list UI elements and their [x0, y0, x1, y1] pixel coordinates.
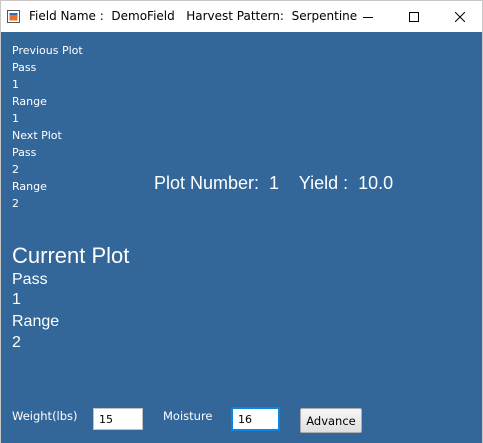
weight-label: Weight(lbs)	[12, 409, 78, 423]
main-panel: Previous Plot Pass 1 Range 1 Next Plot P…	[1, 32, 482, 443]
previous-pass-label: Pass	[12, 61, 37, 74]
next-pass-label: Pass	[12, 146, 37, 159]
current-pass-value: 1	[12, 291, 21, 308]
plot-summary: Plot Number: 1 Yield : 10.0	[154, 173, 394, 193]
app-window: Field Name : DemoField Harvest Pattern: …	[0, 0, 483, 443]
weight-input[interactable]	[93, 408, 143, 430]
current-pass-label: Pass	[12, 271, 48, 288]
close-icon	[454, 11, 465, 22]
maximize-button[interactable]	[391, 1, 436, 32]
title-bar[interactable]: Field Name : DemoField Harvest Pattern: …	[1, 1, 482, 32]
next-range-label: Range	[12, 180, 47, 193]
moisture-input[interactable]	[231, 407, 280, 431]
previous-range-label: Range	[12, 95, 47, 108]
java-app-icon	[7, 10, 20, 23]
moisture-label: Moisture	[163, 409, 213, 423]
previous-range-value: 1	[12, 112, 19, 125]
next-range-value: 2	[12, 197, 19, 210]
maximize-icon	[408, 11, 419, 22]
current-plot-heading: Current Plot	[12, 243, 130, 268]
close-button[interactable]	[437, 1, 482, 32]
advance-button[interactable]: Advance	[300, 408, 362, 433]
next-pass-value: 2	[12, 163, 19, 176]
current-range-value: 2	[12, 334, 21, 351]
current-range-label: Range	[12, 313, 60, 330]
previous-plot-heading: Previous Plot	[12, 44, 83, 57]
previous-pass-value: 1	[12, 78, 19, 91]
minimize-icon	[362, 16, 373, 18]
minimize-button[interactable]	[345, 1, 390, 32]
next-plot-heading: Next Plot	[12, 129, 62, 142]
window-title: Field Name : DemoField Harvest Pattern: …	[29, 9, 358, 23]
